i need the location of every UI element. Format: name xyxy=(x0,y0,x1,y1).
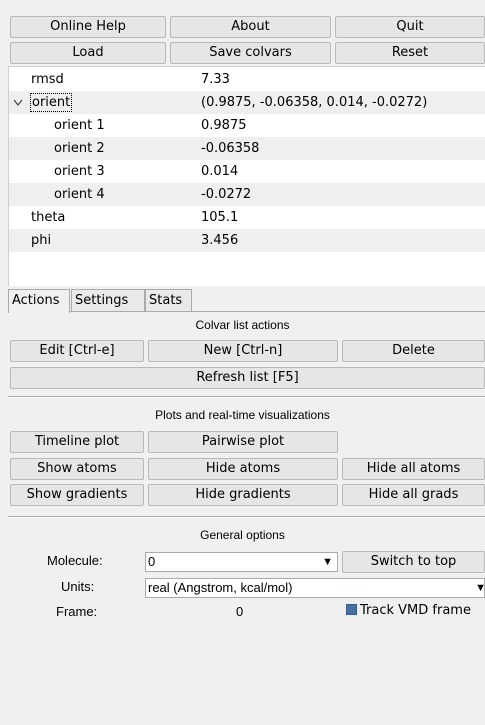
tree-row-rmsd[interactable]: rmsd 7.33 xyxy=(9,68,485,91)
timeline-plot-button[interactable]: Timeline plot xyxy=(10,431,144,453)
tree-row-value: 7.33 xyxy=(201,72,230,87)
section-divider xyxy=(8,396,485,398)
chevron-down-icon[interactable] xyxy=(13,99,23,107)
tree-row-orient[interactable]: orient (0.9875, -0.06358, 0.014, -0.0272… xyxy=(9,91,485,114)
load-button[interactable]: Load xyxy=(10,42,166,64)
general-options-heading: General options xyxy=(200,528,285,542)
units-label: Units: xyxy=(61,579,95,594)
tree-row-phi[interactable]: phi 3.456 xyxy=(9,229,485,252)
tab-divider xyxy=(8,311,485,312)
save-colvars-button[interactable]: Save colvars xyxy=(170,42,331,64)
hide-all-atoms-button[interactable]: Hide all atoms xyxy=(342,458,485,480)
switch-to-top-button[interactable]: Switch to top xyxy=(342,551,485,573)
dropdown-arrow-icon[interactable]: ▼ xyxy=(475,581,485,595)
tree-row-name: orient 1 xyxy=(54,118,105,133)
tree-row-orient-1[interactable]: orient 1 0.9875 xyxy=(9,114,485,137)
reset-button[interactable]: Reset xyxy=(335,42,485,64)
tree-row-value: (0.9875, -0.06358, 0.014, -0.0272) xyxy=(201,95,428,110)
tree-row-name: orient 4 xyxy=(54,187,105,202)
tab-actions[interactable]: Actions xyxy=(8,289,70,313)
units-select[interactable]: real (Angstrom, kcal/mol) ▼ xyxy=(145,578,485,598)
track-vmd-frame-label[interactable]: Track VMD frame xyxy=(360,603,471,618)
frame-label: Frame: xyxy=(56,604,98,619)
tree-row-name: rmsd xyxy=(31,72,64,87)
molecule-select-value: 0 xyxy=(148,554,156,569)
tree-row-orient-3[interactable]: orient 3 0.014 xyxy=(9,160,485,183)
molecule-label: Molecule: xyxy=(47,553,103,568)
tree-row-value: 105.1 xyxy=(201,210,239,225)
quit-button[interactable]: Quit xyxy=(335,16,485,38)
delete-button[interactable]: Delete xyxy=(342,340,485,362)
tree-row-orient-2[interactable]: orient 2 -0.06358 xyxy=(9,137,485,160)
tree-row-value: 3.456 xyxy=(201,233,239,248)
track-vmd-frame-checkbox[interactable] xyxy=(346,604,357,615)
dropdown-arrow-icon[interactable]: ▼ xyxy=(322,555,333,569)
tree-row-value: 0.9875 xyxy=(201,118,247,133)
show-gradients-button[interactable]: Show gradients xyxy=(10,484,144,506)
plots-heading: Plots and real-time visualizations xyxy=(155,408,330,422)
edit-button[interactable]: Edit [Ctrl-e] xyxy=(10,340,144,362)
about-button[interactable]: About xyxy=(170,16,331,38)
tree-row-theta[interactable]: theta 105.1 xyxy=(9,206,485,229)
molecule-select[interactable]: 0 ▼ xyxy=(145,552,338,572)
hide-atoms-button[interactable]: Hide atoms xyxy=(148,458,338,480)
tree-row-orient-4[interactable]: orient 4 -0.0272 xyxy=(9,183,485,206)
frame-value: 0 xyxy=(236,604,244,619)
online-help-button[interactable]: Online Help xyxy=(10,16,166,38)
new-button[interactable]: New [Ctrl-n] xyxy=(148,340,338,362)
hide-all-grads-button[interactable]: Hide all grads xyxy=(342,484,485,506)
section-divider xyxy=(8,516,485,518)
tree-row-value: 0.014 xyxy=(201,164,239,179)
hide-gradients-button[interactable]: Hide gradients xyxy=(148,484,338,506)
tab-stats[interactable]: Stats xyxy=(145,289,192,312)
colvar-actions-heading: Colvar list actions xyxy=(195,318,290,332)
tab-settings[interactable]: Settings xyxy=(71,289,145,312)
tree-row-name: orient 3 xyxy=(54,164,105,179)
tree-row-value: -0.06358 xyxy=(201,141,260,156)
tree-row-value: -0.0272 xyxy=(201,187,252,202)
show-atoms-button[interactable]: Show atoms xyxy=(10,458,144,480)
colvar-tree[interactable]: rmsd 7.33 orient (0.9875, -0.06358, 0.01… xyxy=(8,66,485,286)
pairwise-plot-button[interactable]: Pairwise plot xyxy=(148,431,338,453)
tree-row-name: phi xyxy=(31,233,52,248)
tree-row-name: theta xyxy=(31,210,66,225)
units-select-value: real (Angstrom, kcal/mol) xyxy=(148,580,293,595)
tree-row-name: orient xyxy=(30,93,73,112)
tree-row-name: orient 2 xyxy=(54,141,105,156)
refresh-list-button[interactable]: Refresh list [F5] xyxy=(10,367,485,389)
